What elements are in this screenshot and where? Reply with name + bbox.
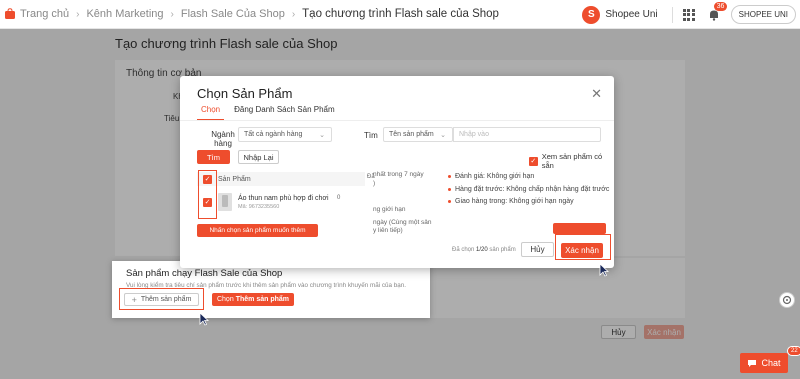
choose-prefix: Chọn (216, 296, 234, 303)
bullet-icon (448, 188, 451, 191)
divider (671, 6, 673, 23)
chat-button[interactable]: Chat (740, 353, 788, 373)
chevron-down-icon: ⌄ (319, 132, 325, 139)
shopee-uni-label: Shopee Uni (605, 9, 658, 20)
choose-add-product-button[interactable]: Chọn Thêm sản phẩm (212, 293, 294, 306)
tab-select[interactable]: Chọn (197, 105, 225, 121)
chevron-down-icon: ⌄ (440, 132, 446, 139)
shop-account-button[interactable]: SHOPEE UNI (730, 5, 796, 24)
criteria-preorder: Hàng đặt trước: Không chấp nhận hàng đặt… (448, 186, 609, 193)
shopee-bag-icon (5, 8, 15, 19)
top-bar: Trang chủ › Kênh Marketing › Flash Sale … (0, 0, 800, 29)
breadcrumb-home-label: Trang chủ (20, 8, 70, 20)
chevron-right-icon: › (170, 8, 174, 20)
shopee-uni-link[interactable]: S Shopee Uni (582, 5, 658, 24)
criteria-rating: Đánh giá: Không giới hạn (448, 173, 534, 180)
selected-prefix: Đã chọn (452, 247, 477, 253)
help-widget-icon[interactable] (779, 292, 795, 308)
criteria-text-line: ngày (Cùng một sản (373, 219, 432, 226)
chat-label: Chat (761, 358, 781, 368)
close-icon[interactable]: ✕ (591, 86, 602, 102)
notification-badge: 36 (713, 1, 728, 11)
highlight-checkboxes (198, 170, 217, 219)
tab-divider (180, 120, 614, 121)
choose-products-hint[interactable]: Nhấn chọn sản phẩm muốn thêm (197, 224, 318, 237)
tab-upload-list[interactable]: Đăng Danh Sách Sản Phẩm (234, 105, 335, 121)
product-sku: Mã: 9673235560 (238, 203, 280, 210)
selected-count: Đã chọn 1/20 sản phẩm (452, 247, 516, 253)
search-input[interactable]: Nhập vào (453, 127, 601, 142)
chat-badge: 22 (787, 346, 800, 356)
reset-button[interactable]: Nhập Lại (238, 150, 279, 164)
table-row: ✓ Áo thun nam phù hợp đi chơi Mã: 967323… (197, 190, 365, 214)
column-product: Sản Phẩm (218, 175, 251, 183)
criteria-shipping: Giao hàng trong: Không giới hạn ngày (448, 198, 574, 205)
flash-sale-products-title: Sản phẩm chạy Flash Sale của Shop (126, 268, 283, 279)
modal-tabs: Chọn Đăng Danh Sách Sản Phẩm (197, 105, 350, 121)
breadcrumb-home[interactable]: Trang chủ (4, 8, 69, 20)
select-product-modal: Chọn Sản Phẩm ✕ Chọn Đăng Danh Sách Sản … (180, 76, 614, 268)
criteria-text-line: y liên tiếp) (373, 227, 403, 234)
search-label: Tìm (364, 131, 378, 140)
breadcrumb: Trang chủ › Kênh Marketing › Flash Sale … (0, 8, 499, 20)
modal-cancel-button[interactable]: Hủy (521, 242, 554, 257)
product-name: Áo thun nam phù hợp đi chơi (238, 194, 329, 202)
breadcrumb-current: Tạo chương trình Flash sale của Shop (302, 8, 499, 20)
criteria-preorder-text: Hàng đặt trước: Không chấp nhận hàng đặt… (455, 186, 610, 193)
search-button[interactable]: Tìm (197, 150, 230, 164)
highlight-confirm (555, 234, 611, 260)
tooltip-button-partial (553, 223, 606, 234)
chat-bubble-icon (748, 359, 757, 367)
show-eligible-label: Xem sản phẩm có sẵn (541, 152, 603, 170)
mouse-pointer-icon (599, 263, 609, 277)
category-value: Tất cả ngành hàng (244, 131, 303, 138)
criteria-text-line: nhất trong 7 ngày (373, 171, 424, 178)
row-value: 0 (337, 195, 341, 201)
chevron-right-icon: › (291, 8, 296, 20)
search-type-value: Tên sản phẩm (389, 131, 434, 138)
apps-grid-icon[interactable] (682, 8, 695, 21)
category-label: Ngành hàng (211, 130, 235, 148)
criteria-shipping-text: Giao hàng trong: Không giới hạn ngày (455, 198, 574, 205)
choose-bold: Thêm sản phẩm (235, 296, 290, 303)
criteria-text-line: ng giới hạn (373, 206, 406, 213)
selected-suffix: sản phẩm (487, 247, 516, 253)
notification-bell-icon[interactable]: 36 (707, 1, 728, 22)
bullet-icon (448, 175, 451, 178)
shopee-uni-logo-icon: S (582, 5, 601, 24)
checkmark-icon: ✓ (529, 156, 538, 166)
breadcrumb-marketing[interactable]: Kênh Marketing (86, 8, 163, 20)
chevron-right-icon: › (76, 8, 80, 20)
bullet-icon (448, 200, 451, 203)
search-type-select[interactable]: Tên sản phẩm ⌄ (383, 127, 453, 142)
breadcrumb-flash-sale[interactable]: Flash Sale Của Shop (181, 8, 285, 20)
selected-number: 1/20 (476, 247, 488, 253)
category-select[interactable]: Tất cả ngành hàng ⌄ (238, 127, 332, 142)
table-header: ✓ Sản Phẩm (197, 172, 365, 186)
criteria-rating-text: Đánh giá: Không giới hạn (455, 173, 535, 180)
show-eligible-checkbox[interactable]: ✓ Xem sản phẩm có sẵn (529, 152, 614, 170)
product-thumbnail (218, 193, 232, 211)
criteria-text-line: ) (373, 180, 376, 187)
mouse-pointer-icon (199, 312, 209, 326)
modal-title: Chọn Sản Phẩm (197, 86, 293, 101)
highlight-add-product (119, 288, 204, 310)
